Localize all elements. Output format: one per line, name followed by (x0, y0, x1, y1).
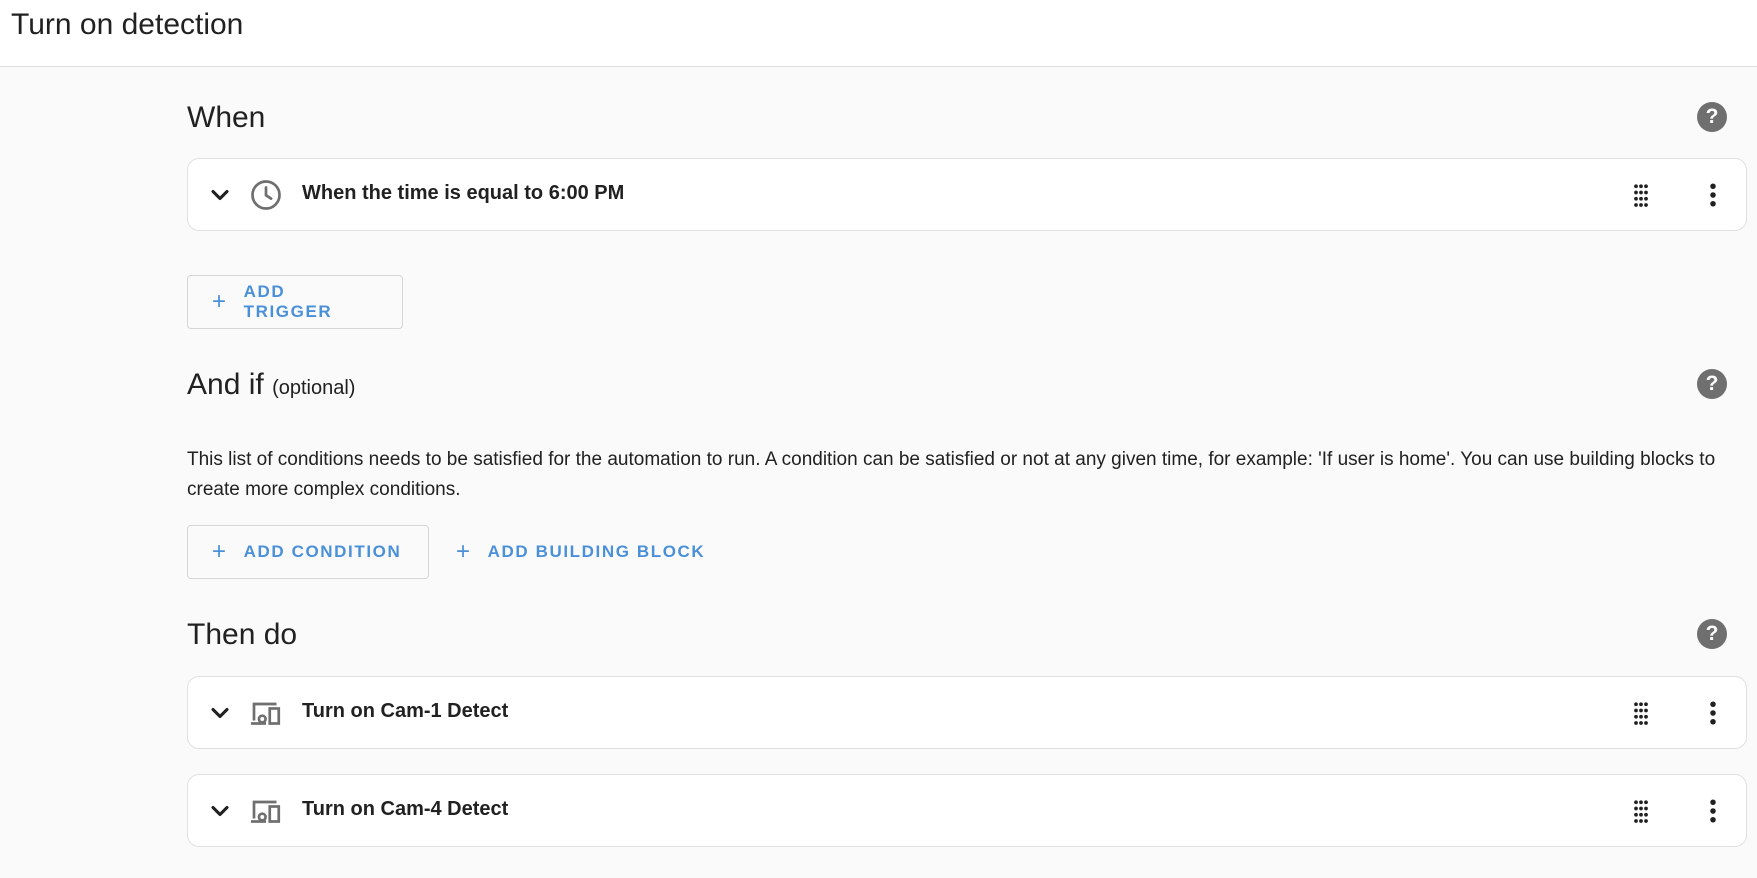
drag-handle-icon[interactable] (1626, 180, 1656, 210)
automation-editor: When ? When the time is equal to 6:00 PM… (0, 67, 1757, 878)
more-vert-icon[interactable] (1698, 796, 1728, 826)
plus-icon: + (456, 538, 472, 565)
top-bar: Turn on detection (0, 0, 1757, 67)
chevron-down-icon[interactable] (206, 181, 234, 209)
add-building-block-button[interactable]: + ADD BUILDING BLOCK (446, 525, 715, 579)
conditions-description: This list of conditions needs to be sati… (187, 449, 1716, 500)
help-icon[interactable]: ? (1697, 619, 1727, 649)
trigger-card[interactable]: When the time is equal to 6:00 PM (187, 158, 1747, 231)
chevron-down-icon[interactable] (206, 797, 234, 825)
trigger-label: When the time is equal to 6:00 PM (302, 182, 625, 204)
and-if-title-text: And if (187, 368, 264, 401)
add-trigger-button[interactable]: + ADD TRIGGER (187, 275, 403, 329)
then-do-section-title: Then do (187, 618, 298, 651)
help-icon[interactable]: ? (1697, 102, 1727, 132)
clock-icon (251, 180, 281, 210)
optional-label: (optional) (272, 377, 356, 399)
more-vert-icon[interactable] (1698, 180, 1728, 210)
and-if-section-title: And if (optional) (187, 368, 355, 402)
action-label: Turn on Cam-1 Detect (302, 700, 509, 722)
device-icon (251, 702, 281, 725)
more-vert-icon[interactable] (1698, 698, 1728, 728)
add-condition-label: ADD CONDITION (243, 542, 402, 561)
drag-handle-icon[interactable] (1626, 796, 1656, 826)
plus-icon: + (212, 288, 228, 315)
action-card[interactable]: Turn on Cam-4 Detect (187, 774, 1747, 847)
page-title: Turn on detection (11, 8, 244, 41)
when-section-title: When (187, 101, 266, 134)
action-label: Turn on Cam-4 Detect (302, 798, 509, 820)
device-icon (251, 800, 281, 823)
add-condition-button[interactable]: + ADD CONDITION (187, 525, 429, 579)
help-icon[interactable]: ? (1697, 369, 1727, 399)
chevron-down-icon[interactable] (206, 699, 234, 727)
plus-icon: + (212, 538, 228, 565)
add-building-block-label: ADD BUILDING BLOCK (487, 542, 706, 561)
add-trigger-label: ADD TRIGGER (243, 282, 333, 321)
action-card[interactable]: Turn on Cam-1 Detect (187, 676, 1747, 749)
drag-handle-icon[interactable] (1626, 698, 1656, 728)
